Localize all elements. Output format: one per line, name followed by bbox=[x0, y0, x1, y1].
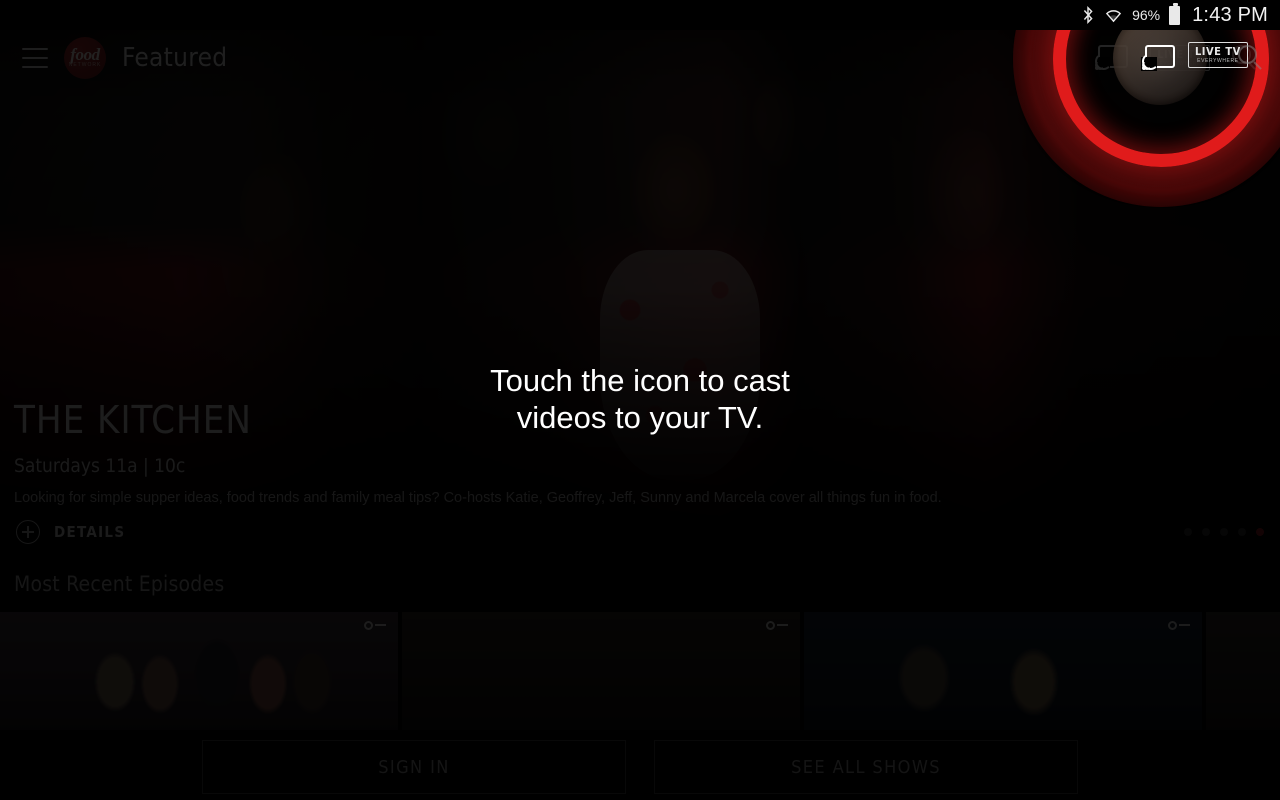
cast-icon-highlighted[interactable] bbox=[1141, 45, 1175, 71]
cast-instruction-line-1: Touch the icon to cast bbox=[490, 363, 790, 398]
app-screen: food NETWORK Featured LIVE TV EVERYWHERE bbox=[0, 0, 1280, 800]
live-tv-label-highlighted: LIVE TV bbox=[1195, 45, 1241, 58]
bluetooth-icon bbox=[1081, 6, 1095, 24]
wifi-icon bbox=[1104, 7, 1123, 23]
battery-icon bbox=[1169, 2, 1181, 25]
search-icon-highlighted[interactable] bbox=[1238, 45, 1264, 71]
cast-instruction-message: Touch the icon to cast videos to your TV… bbox=[0, 362, 1280, 436]
android-status-bar: 96% 1:43 PM bbox=[0, 0, 1280, 30]
battery-percent-label: 96% bbox=[1132, 7, 1161, 23]
cast-onboarding-overlay[interactable]: LIVE TV EVERYWHERE Touch the icon to cas… bbox=[0, 0, 1280, 800]
cast-instruction-line-2: videos to your TV. bbox=[516, 400, 764, 435]
status-bar-clock: 1:43 PM bbox=[1192, 3, 1268, 26]
live-tv-sublabel-highlighted: EVERYWHERE bbox=[1197, 58, 1239, 64]
